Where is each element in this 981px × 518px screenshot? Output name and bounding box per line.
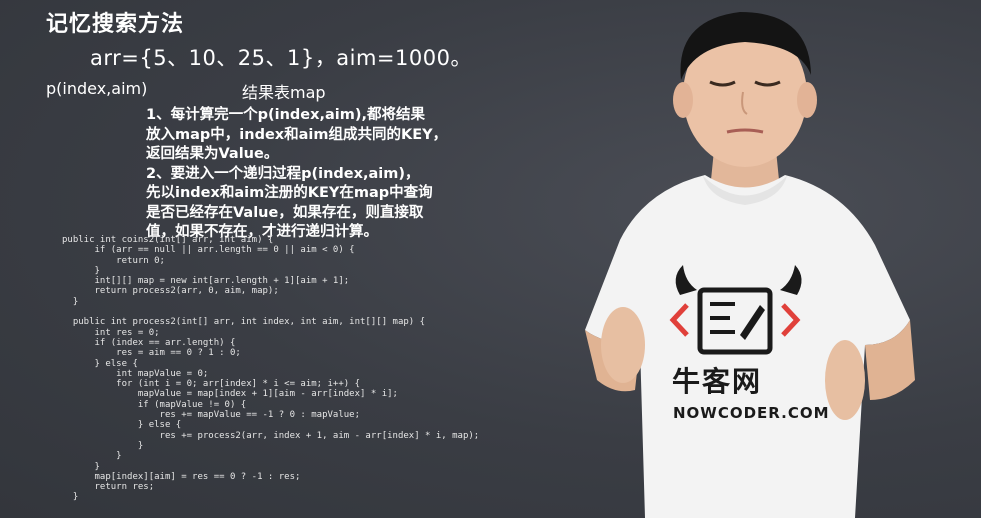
code-line: int res = 0;: [62, 327, 160, 338]
code-line: } else {: [62, 358, 138, 369]
note-line: 返回结果为Value。: [146, 146, 279, 162]
code-line: return process2(arr, 0, aim, map);: [62, 286, 279, 297]
note-line: 1、每计算完一个p(index,aim),都将结果: [146, 107, 425, 123]
code-line: mapValue = map[index + 1][aim - arr[inde…: [62, 389, 398, 400]
code-line: for (int i = 0; arr[index] * i <= aim; i…: [62, 379, 361, 390]
note-line: 先以index和aim注册的KEY在map中查询: [146, 185, 433, 201]
code-line: }: [62, 440, 144, 451]
code-line: int mapValue = 0;: [62, 368, 209, 379]
code-line: }: [62, 296, 79, 307]
code-line: res += mapValue == -1 ? 0 : mapValue;: [62, 410, 361, 421]
presenter-video: 牛客网 NOWCODER.COM: [575, 0, 920, 518]
code-line: return 0;: [62, 255, 165, 266]
array-definition: arr={5、10、25、1}，aim=1000。: [90, 46, 472, 70]
code-line: if (index == arr.length) {: [62, 337, 236, 348]
code-line: map[index][aim] = res == 0 ? -1 : res;: [62, 471, 301, 482]
result-map-label: 结果表map: [242, 83, 326, 102]
code-line: return res;: [62, 482, 155, 493]
note-line: 是否已经存在Value，如果存在，则直接取: [146, 204, 424, 221]
code-line: }: [62, 265, 100, 276]
function-signature-label: p(index,aim): [46, 79, 148, 98]
code-line: }: [62, 461, 100, 472]
code-line: int[][] map = new int[arr.length + 1][ai…: [62, 276, 350, 287]
code-line: public int process2(int[] arr, int index…: [62, 317, 426, 328]
code-line: public int coins2(int[] arr, int aim) {: [62, 235, 274, 245]
code-block: public int coins2(int[] arr, int aim) { …: [62, 235, 479, 503]
code-line: res += process2(arr, index + 1, aim - ar…: [62, 430, 480, 441]
note-line: 放入map中，index和aim组成共同的KEY，: [146, 126, 448, 143]
code-line: if (arr == null || arr.length == 0 || ai…: [62, 245, 355, 256]
slide-title: 记忆搜索方法: [46, 12, 185, 37]
code-line: } else {: [62, 420, 182, 431]
shirt-url-text: NOWCODER.COM: [673, 404, 830, 422]
shirt-brand-text: 牛客网: [672, 365, 763, 398]
explanation-notes: 1、每计算完一个p(index,aim),都将结果 放入map中，index和a…: [146, 106, 506, 243]
code-line: res = aim == 0 ? 1 : 0;: [62, 348, 241, 359]
code-line: if (mapValue != 0) {: [62, 399, 247, 410]
slide-background: 记忆搜索方法 arr={5、10、25、1}，aim=1000。 p(index…: [0, 0, 981, 518]
code-line: }: [62, 451, 122, 462]
code-line: }: [62, 492, 79, 503]
note-line: 2、要进入一个递归过程p(index,aim)，: [146, 165, 420, 182]
